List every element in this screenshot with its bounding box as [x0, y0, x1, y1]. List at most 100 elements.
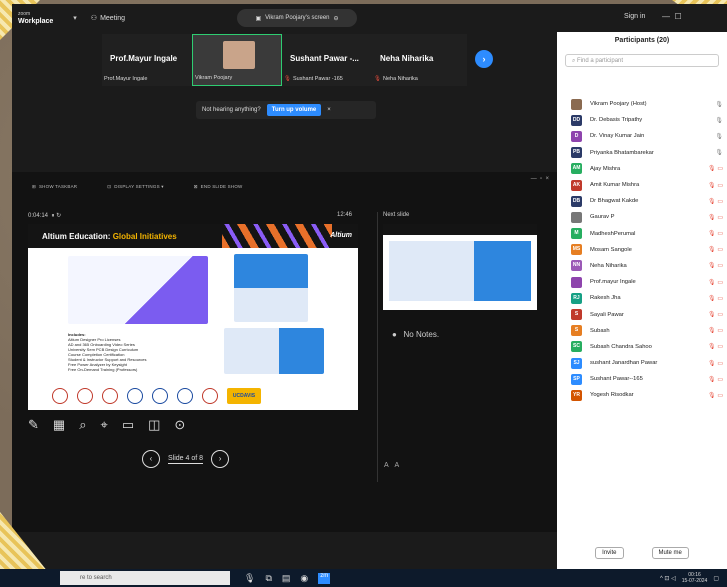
- file-explorer-icon[interactable]: ▤: [282, 573, 291, 584]
- mic-off-video-off-icon: 🎙 ▭: [708, 376, 723, 383]
- zoom-magnifier-icon[interactable]: ⌕: [79, 417, 86, 433]
- mute-button[interactable]: Mute me: [651, 547, 689, 559]
- screen-share-indicator[interactable]: ▣ Vikram Poojary's screen ⊖: [237, 9, 357, 27]
- participant-row[interactable]: Prof.mayur Ingale 🎙 ▭: [557, 274, 727, 290]
- notification-icon[interactable]: ▢: [713, 575, 719, 582]
- mic-off-video-off-icon: 🎙 ▭: [708, 198, 723, 205]
- next-slide-preview[interactable]: [383, 224, 537, 310]
- turn-up-volume-button[interactable]: Turn up volume: [266, 104, 322, 116]
- share-icon: ▣: [255, 15, 262, 22]
- participant-name: MadheshPerumal: [590, 230, 636, 237]
- avatar: MS: [571, 244, 582, 256]
- participant-row[interactable]: S Subash 🎙 ▭: [557, 323, 727, 339]
- avatar: S: [571, 309, 582, 321]
- next-page-arrow-icon[interactable]: ›: [475, 50, 493, 68]
- avatar: D: [571, 130, 582, 142]
- task-view-icon[interactable]: ⧉: [265, 573, 271, 584]
- zoom-window: zoom Workplace ▾ ⚇ Meeting ▣ Vikram Pooja…: [12, 4, 727, 569]
- participant-row[interactable]: SC Subash Chandra Sahoo 🎙 ▭: [557, 339, 727, 355]
- mic-off-icon: 🎙: [284, 76, 291, 82]
- sign-in-link[interactable]: Sign in: [624, 13, 645, 20]
- participant-name: Prof.mayur Ingale: [590, 279, 636, 286]
- participant-row[interactable]: Gaurav P 🎙 ▭: [557, 209, 727, 225]
- window-controls[interactable]: — ☐: [662, 12, 682, 21]
- pen-icon[interactable]: ✎: [28, 417, 39, 433]
- camera-icon[interactable]: ◫: [148, 417, 160, 433]
- participant-name: Mosam Sangole: [590, 246, 632, 253]
- avatar: DD: [571, 114, 582, 126]
- participant-row[interactable]: D Dr. Vinay Kumar Jain 🎙: [557, 128, 727, 144]
- participant-name: Subash: [590, 327, 610, 334]
- participant-name: Rakesh Jha: [590, 295, 621, 302]
- tray-icons[interactable]: ^ ⊡ ◁: [660, 575, 676, 582]
- pointer-icon[interactable]: ⌖: [100, 417, 107, 433]
- participants-footer: Invite Mute me: [557, 547, 727, 559]
- mic-icon[interactable]: 🎙: [244, 573, 255, 584]
- invite-button[interactable]: Invite: [595, 547, 624, 559]
- mic-icon: 🎙: [715, 117, 723, 124]
- taskbar-search-input[interactable]: re to search: [60, 571, 230, 585]
- more-options-icon[interactable]: ⊙: [174, 417, 185, 433]
- video-tile[interactable]: Prof.Mayur Ingale Prof.Mayur Ingale: [102, 34, 192, 86]
- mic-off-video-off-icon: 🎙 ▭: [708, 328, 723, 335]
- chevron-down-icon[interactable]: ▾: [73, 14, 77, 22]
- slide-counter[interactable]: Slide 4 of 8: [168, 455, 204, 464]
- participant-row[interactable]: SP Sushant Pawar--165 🎙 ▭: [557, 371, 727, 387]
- video-tile[interactable]: Neha Niharika 🎙 Neha Niharika: [372, 34, 462, 86]
- next-slide-label: Next slide: [383, 212, 410, 218]
- participant-row[interactable]: Vikram Poojary (Host) 🎙: [557, 96, 727, 112]
- participant-row[interactable]: NN Neha Niharika 🎙 ▭: [557, 258, 727, 274]
- participant-row[interactable]: RJ Rakesh Jha 🎙 ▭: [557, 290, 727, 306]
- presenter-window-controls[interactable]: — ▫ ×: [531, 176, 549, 182]
- video-tile-active[interactable]: Vikram Poojary: [192, 34, 282, 86]
- taskbar-icon: ⊞: [32, 184, 36, 189]
- university-logo: [177, 388, 193, 404]
- participant-row[interactable]: S Sayali Pawar 🎙 ▭: [557, 306, 727, 322]
- participant-name: Amit Kumar Mishra: [590, 182, 640, 189]
- mic-off-video-off-icon: 🎙 ▭: [708, 231, 723, 238]
- mic-off-video-off-icon: 🎙 ▭: [708, 247, 723, 254]
- divider: [377, 212, 378, 482]
- avatar: PB: [571, 147, 582, 159]
- participant-row[interactable]: MS Mosam Sangole 🎙 ▭: [557, 242, 727, 258]
- participant-row[interactable]: SJ sushant Janardhan Pawar 🎙 ▭: [557, 355, 727, 371]
- annotation-toolbar: ✎ ▦ ⌕ ⌖ ▭ ◫ ⊙: [28, 417, 185, 433]
- slide-header: Altium Education: Global Initiatives Alt…: [28, 224, 358, 248]
- participant-row[interactable]: PB Priyanka Bhatambarekar 🎙: [557, 145, 727, 161]
- previous-slide-button[interactable]: ‹: [142, 450, 160, 468]
- zoom-app-icon[interactable]: zm: [318, 572, 331, 584]
- slide-navigation: ‹ Slide 4 of 8 ›: [142, 450, 230, 468]
- meeting-tab[interactable]: ⚇ Meeting: [91, 14, 125, 23]
- participant-row[interactable]: YR Yogesh Risodkar 🎙 ▭: [557, 387, 727, 403]
- decorative-stripes: [222, 224, 332, 248]
- next-slide-button[interactable]: ›: [211, 450, 230, 468]
- slide-screenshot: [234, 254, 308, 322]
- restart-icon[interactable]: ↻: [56, 213, 61, 219]
- pause-icon[interactable]: ⏸: [51, 213, 54, 219]
- subtitles-icon[interactable]: ▭: [122, 417, 134, 433]
- participant-row[interactable]: AK Amit Kumar Mishra 🎙 ▭: [557, 177, 727, 193]
- participant-name: Vikram Poojary (Host): [590, 101, 647, 108]
- video-tile[interactable]: Sushant Pawar -... 🎙 Sushant Pawar -165: [282, 34, 372, 86]
- chrome-icon[interactable]: ◉: [300, 573, 308, 584]
- zoom-logo: zoom Workplace: [18, 11, 54, 25]
- participant-row[interactable]: AM Ajay Mishra 🎙 ▭: [557, 161, 727, 177]
- avatar: DB: [571, 195, 582, 207]
- slides-grid-icon[interactable]: ▦: [53, 417, 65, 433]
- show-taskbar-button[interactable]: ⊞ SHOW TASKBAR: [32, 184, 77, 190]
- font-size-controls[interactable]: A A: [384, 462, 399, 469]
- ucdavis-logo: UCDAVIS: [227, 388, 261, 404]
- participant-search-input[interactable]: ⌕ Find a participant: [565, 54, 719, 67]
- participant-list: Vikram Poojary (Host) 🎙 DD Dr. Debasis Trip…: [557, 96, 727, 404]
- close-icon[interactable]: ×: [327, 107, 331, 113]
- presenter-view: ⊞ SHOW TASKBAR ⊡ DISPLAY SETTINGS ▾ ⊠ END S…: [12, 172, 557, 532]
- participant-name: Dr. Debasis Tripathy: [590, 117, 643, 124]
- end-slideshow-button[interactable]: ⊠ END SLIDE SHOW: [194, 184, 243, 190]
- taskbar-clock[interactable]: 00:16 15-07-2024: [682, 572, 708, 584]
- participant-row[interactable]: DD Dr. Debasis Tripathy 🎙: [557, 112, 727, 128]
- participant-row[interactable]: M MadheshPerumal 🎙 ▭: [557, 226, 727, 242]
- avatar: RJ: [571, 292, 582, 304]
- display-settings-button[interactable]: ⊡ DISPLAY SETTINGS ▾: [107, 184, 163, 190]
- participant-row[interactable]: DB Dr Bhagwat Kakde 🎙 ▭: [557, 193, 727, 209]
- mic-off-video-off-icon: 🎙 ▭: [708, 360, 723, 367]
